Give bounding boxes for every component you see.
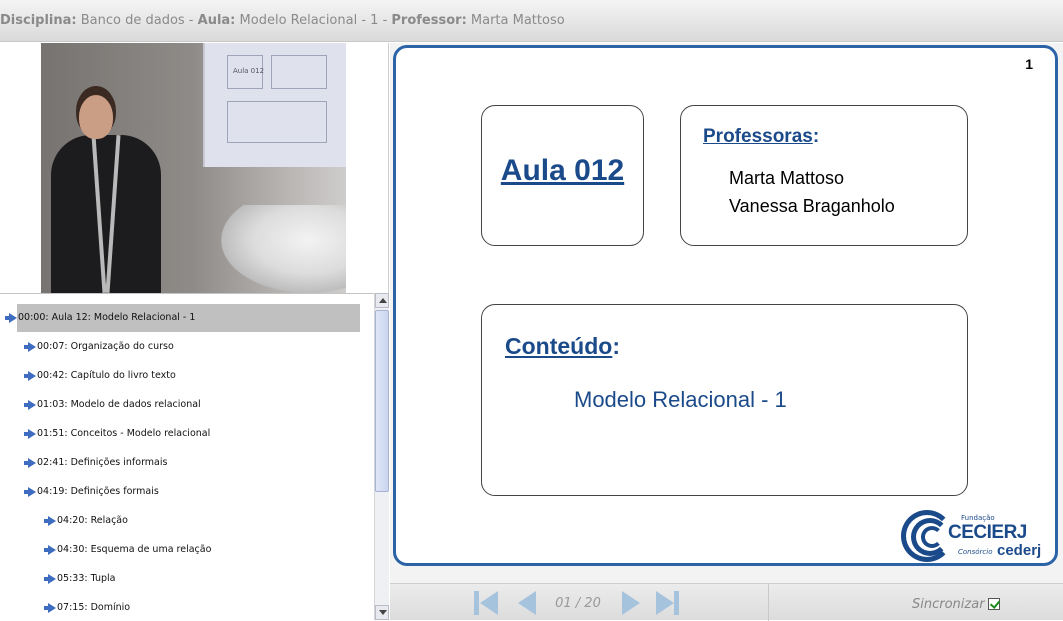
toc-item-label: 04:20: Relação: [57, 515, 128, 526]
toc-item-label: 07:15: Domínio: [57, 602, 131, 613]
scroll-up-button[interactable]: [375, 293, 389, 308]
toc-item[interactable]: 05:33: Tupla: [0, 565, 360, 593]
arrow-right-icon: [44, 545, 56, 555]
slide: 1 Aula 012 Professoras: Marta Mattoso Va…: [393, 45, 1058, 566]
toc-item-label: 05:33: Tupla: [57, 573, 116, 584]
player-controls: 01 / 20 Sincronizar: [390, 583, 1063, 621]
page-indicator: 01 / 20: [555, 596, 601, 611]
cecierj-logo: Fundação CECIERJ Consórcio cederj: [901, 508, 1046, 564]
projected-slide-title: Aula 012: [233, 67, 265, 75]
course-header: Disciplina: Banco de dados - Aula: Model…: [0, 0, 1063, 42]
left-panel: Aula 012 00:00: Aula 12: Modelo Relacion…: [0, 43, 389, 620]
toc-scrollbar[interactable]: [374, 293, 389, 620]
toc-item[interactable]: 02:41: Definições informais: [0, 449, 360, 477]
scroll-thumb[interactable]: [375, 310, 389, 492]
toc-item[interactable]: 00:00: Aula 12: Modelo Relacional - 1: [0, 304, 360, 332]
conteudo-text: Modelo Relacional - 1: [574, 387, 787, 412]
professora-name: Vanessa Braganholo: [729, 196, 895, 216]
video-presenter-head: [79, 95, 113, 139]
professor-value: Marta Mattoso: [470, 13, 565, 28]
professoras-heading: Professoras:: [703, 126, 820, 147]
scroll-down-button[interactable]: [375, 605, 389, 620]
arrow-right-icon: [24, 429, 36, 439]
sync-checkbox[interactable]: [988, 598, 1000, 610]
arrow-right-icon: [5, 313, 17, 323]
table-of-contents: 00:00: Aula 12: Modelo Relacional - 1 00:…: [0, 293, 374, 620]
toc-item-label: 00:07: Organização do curso: [37, 341, 174, 352]
arrow-right-icon: [44, 603, 56, 613]
arrow-right-icon: [24, 400, 36, 410]
controls-divider: [768, 584, 769, 621]
video-presenter-body: [51, 135, 161, 293]
conteudo-heading: Conteúdo:: [505, 333, 620, 359]
arrow-right-icon: [24, 487, 36, 497]
video-chair: [221, 205, 346, 293]
disciplina-value: Banco de dados: [80, 13, 185, 28]
toc-item-label: 04:30: Esquema de uma relação: [57, 544, 212, 555]
toc-item-label: 01:51: Conceitos - Modelo relacional: [37, 428, 211, 439]
arrow-right-icon: [24, 342, 36, 352]
aula-title: Aula 012: [500, 154, 625, 187]
first-slide-button[interactable]: [474, 591, 498, 615]
aula-box: Aula 012: [481, 105, 644, 246]
previous-slide-button[interactable]: [518, 591, 536, 615]
conteudo-box: Conteúdo: Modelo Relacional - 1: [481, 304, 968, 496]
professor-label: Professor:: [391, 13, 467, 28]
aula-value: Modelo Relacional - 1: [239, 13, 379, 28]
toc-item[interactable]: 01:03: Modelo de dados relacional: [0, 391, 360, 419]
aula-label: Aula:: [197, 13, 236, 28]
next-slide-button[interactable]: [622, 591, 640, 615]
toc-item[interactable]: 07:15: Domínio: [0, 594, 360, 620]
slide-number: 1: [1025, 56, 1033, 72]
professoras-box: Professoras: Marta Mattoso Vanessa Braga…: [680, 105, 968, 246]
toc-item[interactable]: 04:30: Esquema de uma relação: [0, 536, 360, 564]
toc-item-label: 00:00: Aula 12: Modelo Relacional - 1: [18, 312, 196, 323]
toc-item[interactable]: 01:51: Conceitos - Modelo relacional: [0, 420, 360, 448]
toc-item[interactable]: 04:19: Definições formais: [0, 478, 360, 506]
last-slide-button[interactable]: [656, 591, 679, 615]
projected-slide: Aula 012: [203, 43, 346, 167]
slide-panel: 1 Aula 012 Professoras: Marta Mattoso Va…: [390, 43, 1063, 621]
toc-item[interactable]: 00:42: Capítulo do livro texto: [0, 362, 360, 390]
arrow-right-icon: [44, 574, 56, 584]
arrow-right-icon: [24, 371, 36, 381]
toc-item[interactable]: 04:20: Relação: [0, 507, 360, 535]
toc-item-label: 00:42: Capítulo do livro texto: [37, 370, 176, 381]
disciplina-label: Disciplina:: [0, 13, 77, 28]
toc-item-label: 01:03: Modelo de dados relacional: [37, 399, 201, 410]
lecture-video[interactable]: Aula 012: [41, 43, 346, 293]
toc-item-label: 02:41: Definições informais: [37, 457, 168, 468]
toc-item[interactable]: 00:07: Organização do curso: [0, 333, 360, 361]
sync-label: Sincronizar: [912, 597, 985, 612]
arrow-right-icon: [44, 516, 56, 526]
header-separator: -: [184, 13, 198, 28]
arrow-right-icon: [24, 458, 36, 468]
header-separator: -: [378, 13, 392, 28]
toc-item-label: 04:19: Definições formais: [37, 486, 159, 497]
professora-name: Marta Mattoso: [729, 168, 845, 188]
